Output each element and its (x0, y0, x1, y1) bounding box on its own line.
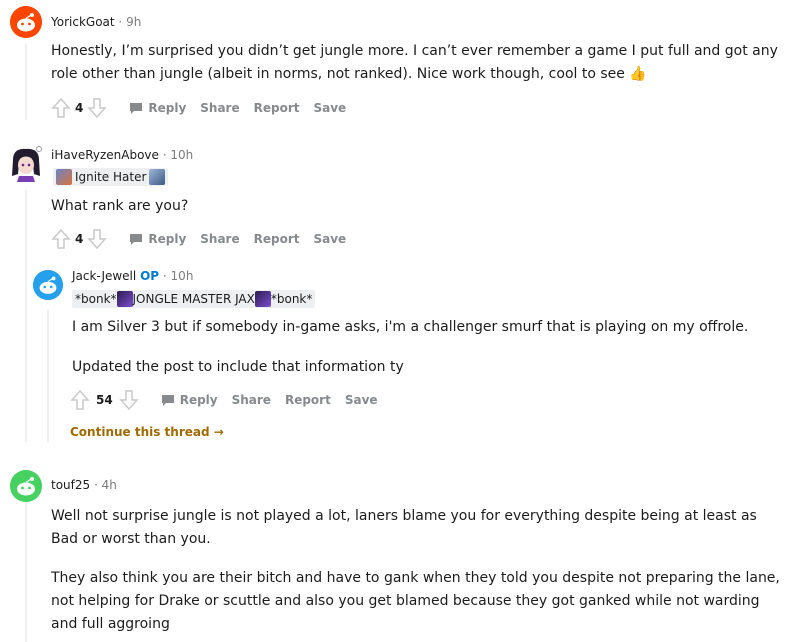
vote-controls: 54 (70, 389, 139, 411)
thread-line-comment-2[interactable] (25, 190, 27, 442)
time-separator: · (162, 269, 167, 283)
username-link[interactable]: YorickGoat (51, 15, 115, 29)
comment-paragraph: They also think you are their bitch and … (51, 570, 780, 632)
user-flair: Ignite Hater (53, 168, 169, 186)
reply-button[interactable]: Reply (129, 101, 186, 115)
username-link[interactable]: touf25 (51, 478, 90, 492)
save-button[interactable]: Save (345, 393, 378, 407)
thread-line-comment-4[interactable] (25, 503, 27, 642)
vote-controls: 4 (51, 97, 108, 119)
chat-bubble-icon (130, 233, 143, 245)
avatar[interactable] (33, 270, 63, 300)
comment-body: Well not surprise jungle is not played a… (51, 505, 786, 636)
flair-text: Ignite Hater (75, 170, 147, 184)
timestamp[interactable]: 10h (171, 269, 194, 283)
thread-line-comment-1[interactable] (25, 44, 27, 120)
comment-body: I am Silver 3 but if somebody in-game as… (72, 316, 786, 379)
arrow-right-icon: → (213, 425, 224, 439)
upvote-arrow-icon[interactable] (70, 389, 90, 411)
user-flair: *bonk* JONGLE MASTER JAX *bonk* (72, 290, 316, 308)
jax-portrait-icon (254, 291, 271, 307)
save-button[interactable]: Save (313, 232, 346, 246)
comment-paragraph: I am Silver 3 but if somebody in-game as… (72, 319, 749, 335)
report-button[interactable]: Report (254, 232, 300, 246)
continue-thread-link[interactable]: Continue this thread → (70, 425, 224, 439)
timestamp[interactable]: 4h (102, 478, 117, 492)
flair-text: *bonk* (75, 292, 117, 306)
comment-text: What rank are you? (51, 198, 189, 214)
champion-portrait-icon (149, 169, 166, 185)
comment-author: YorickGoat · 9h (51, 15, 141, 29)
anime-character-avatar-icon (12, 146, 42, 182)
time-separator: · (162, 148, 167, 162)
reply-label: Reply (148, 232, 187, 246)
comment-author: iHaveRyzenAbove · 10h (51, 148, 193, 162)
upvote-arrow-icon[interactable] (51, 228, 71, 250)
timestamp[interactable]: 9h (126, 15, 141, 29)
chat-bubble-icon (161, 394, 174, 406)
vote-count: 4 (75, 101, 84, 115)
comment-paragraph: Well not surprise jungle is not played a… (51, 508, 757, 547)
reply-button[interactable]: Reply (161, 393, 218, 407)
thumbs-up-emoji: 👍 (629, 66, 647, 82)
comment-paragraph: Updated the post to include that informa… (72, 359, 404, 375)
report-button[interactable]: Report (254, 101, 300, 115)
username-link[interactable]: Jack-Jewell (72, 269, 136, 283)
share-button[interactable]: Share (200, 101, 239, 115)
time-separator: · (93, 478, 98, 492)
continue-thread-label: Continue this thread (70, 425, 210, 439)
snoo-avatar-icon (10, 6, 42, 38)
vote-count: 54 (96, 393, 113, 407)
timestamp[interactable]: 10h (170, 148, 193, 162)
comment-actions: 4 Reply Share Report Save (51, 227, 346, 251)
reply-label: Reply (179, 393, 218, 407)
comment-author: Jack-Jewell OP · 10h (72, 269, 193, 283)
vote-count: 4 (75, 232, 84, 246)
comment-body: What rank are you? (51, 195, 786, 218)
comment-author: touf25 · 4h (51, 478, 117, 492)
save-button[interactable]: Save (313, 101, 346, 115)
share-button[interactable]: Share (200, 232, 239, 246)
vote-controls: 4 (51, 228, 108, 250)
thread-line-comment-3[interactable] (47, 310, 49, 442)
comment-actions: 54 Reply Share Report Save (70, 388, 378, 412)
upvote-arrow-icon[interactable] (51, 97, 71, 119)
avatar[interactable] (9, 146, 43, 182)
flair-text: *bonk* (270, 292, 313, 306)
chat-bubble-icon (130, 102, 143, 114)
downvote-arrow-icon[interactable] (87, 97, 108, 119)
time-separator: · (118, 15, 123, 29)
snoo-avatar-icon (10, 470, 42, 502)
ignite-emblem-icon (56, 169, 72, 185)
username-link[interactable]: iHaveRyzenAbove (51, 148, 159, 162)
share-button[interactable]: Share (232, 393, 271, 407)
downvote-arrow-icon[interactable] (87, 228, 108, 250)
avatar[interactable] (10, 6, 42, 38)
op-badge: OP (140, 269, 160, 283)
jax-portrait-icon (116, 291, 133, 307)
snoo-avatar-icon (33, 270, 63, 300)
reply-label: Reply (148, 101, 187, 115)
avatar[interactable] (10, 470, 42, 502)
comment-actions: 4 Reply Share Report Save (51, 96, 346, 120)
downvote-arrow-icon[interactable] (119, 389, 139, 411)
report-button[interactable]: Report (285, 393, 331, 407)
comment-body: Honestly, I’m surprised you didn’t get j… (51, 40, 786, 86)
comment-text: Honestly, I’m surprised you didn’t get j… (51, 43, 778, 82)
flair-text: JONGLE MASTER JAX (132, 292, 255, 306)
reply-button[interactable]: Reply (129, 232, 186, 246)
